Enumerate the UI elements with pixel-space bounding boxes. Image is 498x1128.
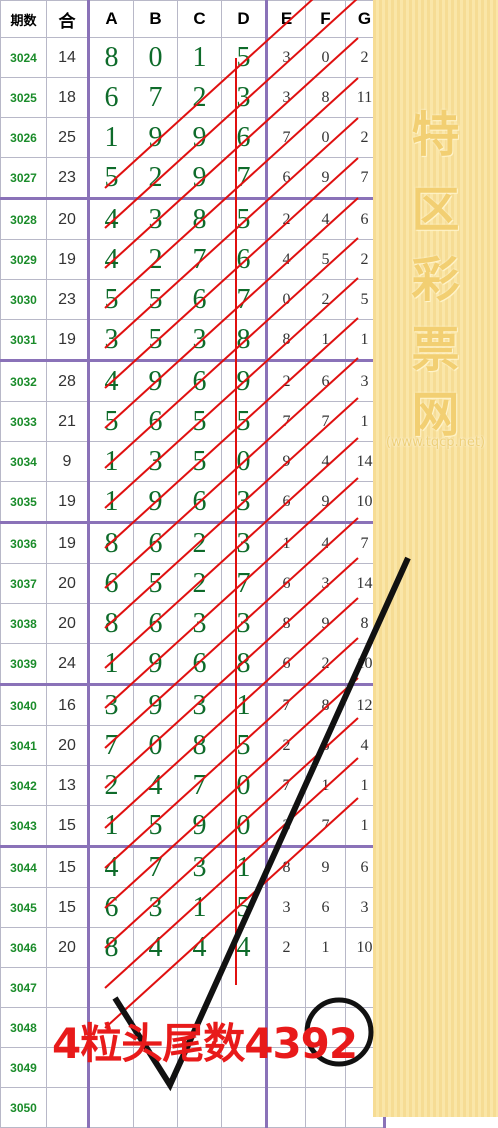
checkmark-icon xyxy=(112,556,411,1092)
annotation-overlay xyxy=(104,0,411,1092)
red-diagonal-lines xyxy=(104,0,359,1029)
annotation-note: 4粒头尾数4392 xyxy=(52,1019,358,1068)
red-diagonal-line xyxy=(104,0,314,189)
